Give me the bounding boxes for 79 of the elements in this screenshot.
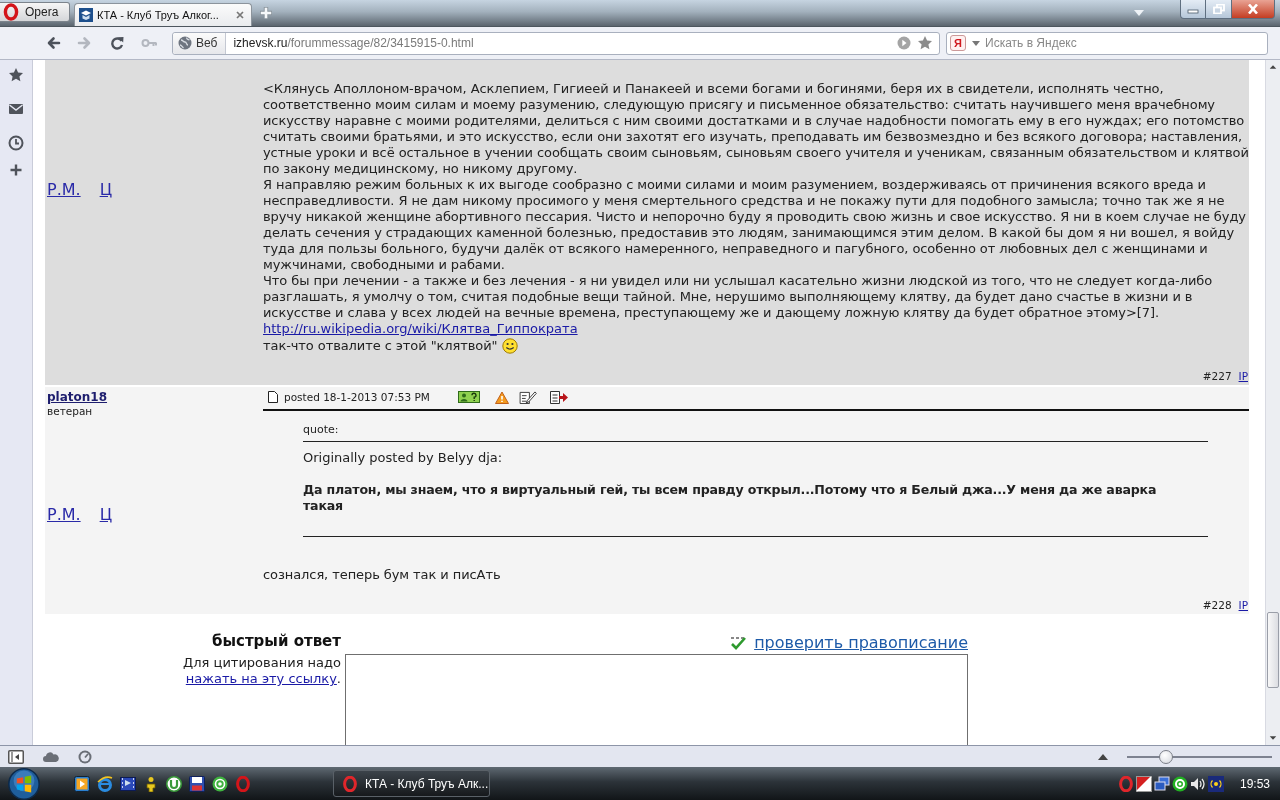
scrollbar[interactable]: [1265, 60, 1280, 745]
url-text[interactable]: izhevsk.ru/forummessage/82/3415915-0.html: [233, 36, 474, 50]
web-badge-button[interactable]: Веб: [173, 32, 227, 54]
rank-label: ветеран: [47, 405, 93, 417]
site-favicon-icon: [79, 8, 93, 22]
panel-toggle-icon[interactable]: [8, 749, 24, 764]
post-text: <Клянусь Аполлоном-врачом, Асклепием, Гигиеей и Панакеей и всеми богами и богинями, беря их в свидетели, исполнять честно, соответственно моим силам и моему разумению, следующую присягу и письменное обязательство: считать научившего меня врачебному искусству наравне с моими родителями, делиться с ним своими достатками и в случае надобности помогать ему в его нуждах; его потомство считать своими братьями, и это искусство, если они захотят его изучать, преподавать им безвозмездно и без всякого договора; наставления, устные уроки и всё остальное в учении сообщать своим сыновьям, сыновьям своего учителя и ученикам, связанным обязательством и клятвой по закону медицинскому, но никому другому.: [263, 81, 1249, 177]
signal-icon[interactable]: [1207, 775, 1224, 792]
quote-text: Да платон, мы знаем, что я виртуальный гей, ты всем правду открыл...Потому что я Белый джа...У меня да же аварка такая: [303, 482, 1158, 514]
ip-link[interactable]: IP: [1238, 598, 1248, 612]
close-icon[interactable]: [235, 10, 245, 20]
document-arrow-icon[interactable]: [549, 390, 568, 404]
plus-icon[interactable]: [258, 5, 274, 21]
oval-logo-icon[interactable]: [1117, 775, 1134, 792]
edit-icon[interactable]: [518, 390, 537, 404]
search-engine-logo[interactable]: Я: [950, 35, 966, 51]
author-link[interactable]: platon18: [47, 389, 108, 405]
start-orb-icon[interactable]: [8, 767, 40, 800]
oval-logo-icon[interactable]: [235, 775, 251, 792]
restore-icon: [1212, 4, 1225, 14]
oval-logo-icon: [342, 775, 358, 792]
target-icon[interactable]: [212, 775, 228, 792]
address-bar[interactable]: Веб izhevsk.ru/forummessage/82/3415915-0.html: [172, 31, 940, 55]
card-icon[interactable]: [457, 391, 480, 403]
quote-hint: Для цитирования надо нажать на эту ссылку.: [182, 655, 341, 688]
film-strip-icon[interactable]: [120, 775, 136, 792]
split-square-icon[interactable]: [1135, 775, 1152, 792]
restore-button[interactable]: [1206, 0, 1232, 19]
cloud-icon[interactable]: [43, 751, 59, 762]
post-number: #228: [1202, 598, 1232, 612]
star-icon[interactable]: [8, 67, 24, 83]
search-field[interactable]: Я Искать в Яндекс: [946, 31, 1268, 55]
document-icon: [268, 391, 278, 403]
quote-attribution: Originally posted by Belyy dja:: [303, 450, 504, 466]
zoom-slider-thumb[interactable]: [1159, 749, 1174, 764]
globe-icon: [178, 36, 192, 50]
post-link[interactable]: Ц: [99, 506, 113, 524]
post-number: #227: [1202, 369, 1232, 383]
minimize-button[interactable]: [1180, 0, 1206, 19]
scrollbar-thumb[interactable]: [1267, 612, 1279, 688]
star-icon[interactable]: [917, 35, 933, 51]
browser-tab[interactable]: КТА - Клуб Труъ Алког...: [74, 3, 252, 26]
post-text: Что бы при лечении - а также и без лечения - я ни увидел или ни услышал касательно жизни людской из того, что не следует когда-либо разглашать, я умолчу о том, считая подобные вещи тайной. Мне, нерушимо выполняющему клятву, да будет дано счастье в жизни и в искусстве и слава у всех людей на вечные времена, преступающему же и дающему ложную клятву да будет обратное этому>[7].: [263, 273, 1214, 321]
ring-swoosh-icon[interactable]: [97, 775, 113, 792]
taskbar-task-button[interactable]: КТА - Клуб Труъ Алк...: [333, 770, 490, 797]
warning-icon[interactable]: [494, 390, 509, 404]
wiki-link[interactable]: http://ru.wikipedia.org/wiki/Клятва_Гиппократа: [263, 321, 578, 336]
reload-icon[interactable]: [109, 35, 125, 51]
quote-label: quote:: [303, 423, 340, 437]
post-text: сознался, теперь бум так и писАть: [263, 567, 502, 583]
back-arrow-icon[interactable]: [45, 35, 61, 51]
disc-icon[interactable]: [1171, 775, 1188, 792]
post-link[interactable]: Р.М.: [47, 506, 81, 524]
caret-down-icon[interactable]: [972, 40, 980, 46]
ring-icon[interactable]: [166, 775, 182, 792]
clock-icon[interactable]: [8, 135, 24, 151]
clock-text: 19:53: [1239, 776, 1270, 791]
close-icon: [1247, 4, 1259, 14]
media-player-icon[interactable]: [74, 775, 90, 792]
triangle-up-icon[interactable]: [1098, 753, 1108, 760]
posted-date: posted 18-1-2013 07:53 PM: [284, 390, 430, 405]
stacked-windows-icon[interactable]: [1153, 775, 1170, 792]
oval-logo-icon: [3, 3, 19, 21]
figure-icon[interactable]: [143, 775, 159, 792]
smiley-icon: [501, 338, 518, 354]
opera-menu-button[interactable]: Opera: [0, 2, 70, 22]
spellcheck-icon: [730, 635, 749, 651]
gauge-icon[interactable]: [78, 749, 92, 764]
quick-reply-title: быстрый ответ: [210, 632, 341, 652]
spellcheck-link[interactable]: проверить правописание: [754, 634, 968, 652]
ip-link[interactable]: IP: [1238, 369, 1248, 383]
plus-icon[interactable]: [10, 164, 22, 176]
post-text: так-что отвалите с этой "клятвой": [263, 338, 498, 354]
post-text: Я направляю режим больных к их выгоде сообразно с моими силами и моим разумением, воздерживаясь от причинения всякого вреда и несправедливости. Я не дам никому просимого у меня смертельного средства и не покажу пути для подобного замысла; точно так же я не вручу никакой женщине абортивного пессария. Чисто и непорочно буду я проводить свою жизнь и свое искусство. Я ни в коем случае не буду делать сечения у страдающих каменной болезнью, предоставив это людям, занимающимся этим делом. В какой бы дом я ни вошел, я войду туда для пользы больного, будучи далёк от всякого намеренного, неправедного и пагубного, особенно от любовных дел с женщинами и мужчинами, свободными и рабами.: [263, 177, 1247, 273]
close-window-button[interactable]: [1232, 0, 1275, 19]
quote-hint-link[interactable]: нажать на эту ссылку: [185, 671, 337, 686]
post-link[interactable]: Ц: [99, 181, 113, 199]
envelope-icon[interactable]: [8, 101, 24, 117]
post-link[interactable]: Р.М.: [47, 181, 81, 199]
